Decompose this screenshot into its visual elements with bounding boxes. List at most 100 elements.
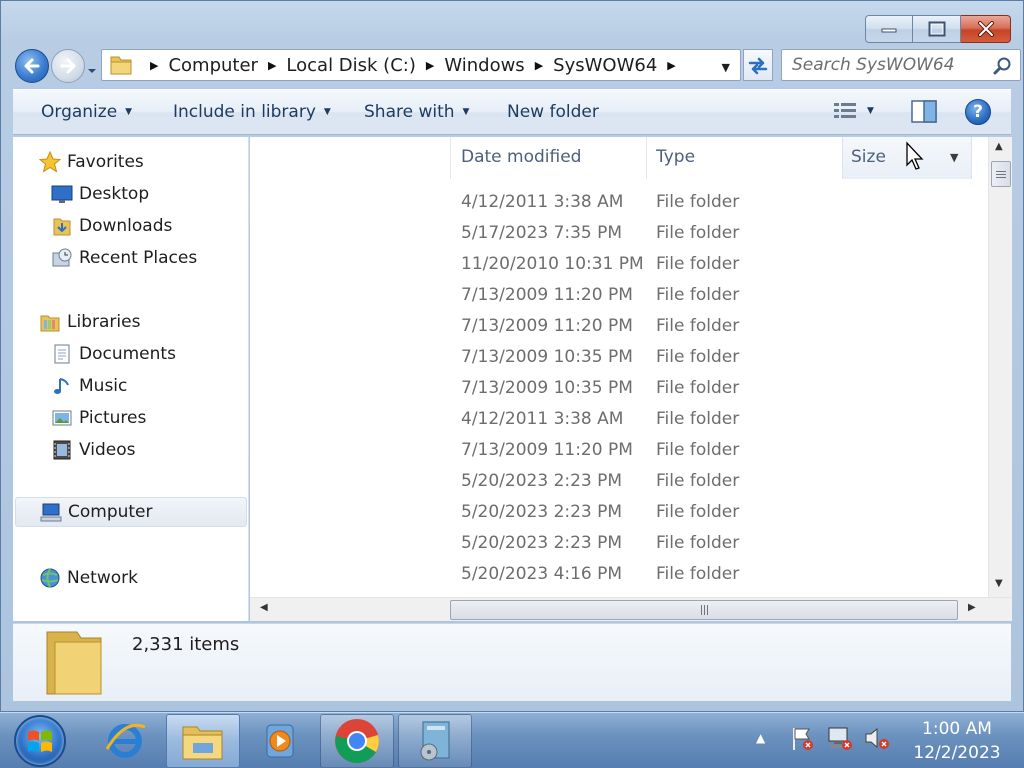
vertical-scroll-thumb[interactable] [991, 161, 1011, 187]
column-divider[interactable] [450, 137, 451, 179]
include-in-library-menu[interactable]: Include in library ▼ [173, 102, 331, 122]
system-clock[interactable]: 1:00 AM 12/2/2023 [900, 717, 1014, 765]
breadcrumb-windows[interactable]: Windows [444, 55, 524, 76]
recent-pages-dropdown[interactable] [87, 61, 97, 73]
column-header-size[interactable]: Size [851, 147, 886, 167]
search-input[interactable] [792, 55, 992, 75]
chevron-down-icon[interactable]: ▼ [867, 106, 874, 116]
organize-menu[interactable]: Organize ▼ [41, 102, 132, 122]
nav-label: Downloads [79, 216, 173, 236]
refresh-button[interactable] [743, 49, 773, 81]
column-divider[interactable] [646, 137, 647, 179]
details-view-icon [834, 103, 856, 118]
scroll-up-icon[interactable]: ▲ [995, 141, 1003, 152]
type-cell: File folder [656, 192, 740, 212]
taskbar: ▲ 1:00 AM 12/2/2023 [0, 712, 1024, 768]
table-row[interactable]: 7/13/2009 10:35 PM File folder [250, 374, 988, 405]
desktop-icon [51, 183, 73, 205]
table-row[interactable]: 4/12/2011 3:38 AM File folder [250, 405, 988, 436]
nav-item-desktop[interactable]: Desktop [51, 179, 149, 209]
table-row[interactable]: 5/20/2023 4:16 PM File folder [250, 560, 988, 591]
nav-item-recent-places[interactable]: Recent Places [51, 243, 197, 273]
videos-icon [51, 439, 73, 461]
table-row[interactable]: 7/13/2009 11:20 PM File folder [250, 312, 988, 343]
table-row[interactable]: 5/17/2023 7:35 PM File folder [250, 219, 988, 250]
horizontal-scrollbar[interactable]: ◀ ▶ [250, 597, 1012, 621]
change-view-button[interactable]: ▼ [833, 100, 874, 122]
table-row[interactable]: 4/12/2011 3:38 AM File folder [250, 188, 988, 219]
breadcrumb-arrow-icon[interactable]: ▶ [426, 59, 434, 72]
nav-item-downloads[interactable]: Downloads [51, 211, 172, 241]
date-modified-cell: 7/13/2009 10:35 PM [461, 347, 633, 367]
address-history-dropdown[interactable]: ▼ [722, 61, 730, 74]
navigation-bar: ▶ Computer ▶ Local Disk (C:) ▶ Windows ▶… [13, 45, 1021, 85]
breadcrumb-arrow-icon[interactable]: ▶ [268, 59, 276, 72]
nav-item-computer[interactable]: Computer [15, 497, 247, 527]
nav-item-pictures[interactable]: Pictures [51, 403, 146, 433]
close-button[interactable] [961, 15, 1011, 43]
nav-item-libraries[interactable]: Libraries [39, 307, 140, 337]
address-bar[interactable]: ▶ Computer ▶ Local Disk (C:) ▶ Windows ▶… [101, 49, 741, 81]
breadcrumb-local-disk[interactable]: Local Disk (C:) [286, 55, 415, 76]
libraries-icon [39, 311, 61, 333]
column-filter-dropdown[interactable]: ▼ [950, 151, 958, 164]
breadcrumb-computer[interactable]: Computer [168, 55, 257, 76]
search-icon[interactable] [992, 56, 1012, 76]
table-row[interactable]: 5/20/2023 2:23 PM File folder [250, 498, 988, 529]
table-row[interactable]: 7/13/2009 11:20 PM File folder [250, 436, 988, 467]
forward-button[interactable] [51, 49, 85, 83]
share-with-menu[interactable]: Share with ▼ [364, 102, 469, 122]
taskbar-media-player[interactable] [244, 714, 318, 768]
maximize-icon [928, 21, 945, 37]
table-row[interactable]: 5/20/2023 2:23 PM File folder [250, 467, 988, 498]
back-button[interactable] [15, 49, 49, 83]
nav-item-music[interactable]: Music [51, 371, 127, 401]
volume-muted-icon[interactable] [863, 725, 891, 751]
scroll-left-icon[interactable]: ◀ [260, 602, 268, 613]
taskbar-internet-explorer[interactable] [88, 714, 162, 768]
forward-arrow-icon [60, 58, 76, 74]
date-modified-cell: 5/20/2023 2:23 PM [461, 502, 623, 522]
nav-item-documents[interactable]: Documents [51, 339, 176, 369]
breadcrumb-arrow-icon[interactable]: ▶ [535, 59, 543, 72]
show-hidden-icons-arrow-icon[interactable]: ▲ [756, 731, 765, 745]
nav-item-network[interactable]: Network [39, 563, 138, 593]
breadcrumb-arrow-icon[interactable]: ▶ [150, 59, 158, 72]
preview-pane-button[interactable] [911, 100, 937, 129]
scroll-right-icon[interactable]: ▶ [968, 602, 976, 613]
maximize-button[interactable] [913, 15, 961, 43]
horizontal-scroll-thumb[interactable] [450, 600, 958, 620]
table-row[interactable]: 7/13/2009 10:35 PM File folder [250, 343, 988, 374]
nav-item-videos[interactable]: Videos [51, 435, 136, 465]
breadcrumb-syswow64[interactable]: SysWOW64 [553, 55, 657, 76]
file-rows: 4/12/2011 3:38 AM File folder 5/17/2023 7:… [250, 188, 988, 591]
date-modified-cell: 7/13/2009 11:20 PM [461, 285, 633, 305]
preview-pane-icon [911, 100, 937, 123]
music-icon [51, 375, 73, 397]
nav-label: Pictures [79, 408, 147, 428]
breadcrumb-arrow-icon[interactable]: ▶ [667, 59, 675, 72]
vertical-scrollbar[interactable]: ▲ ▼ [988, 137, 1012, 597]
column-header-date-modified[interactable]: Date modified [461, 147, 581, 167]
breadcrumb: ▶ Computer ▶ Local Disk (C:) ▶ Windows ▶… [140, 55, 686, 76]
pictures-icon [51, 407, 73, 429]
back-arrow-icon [24, 58, 40, 74]
minimize-button[interactable] [865, 15, 913, 43]
taskbar-windows-explorer[interactable] [166, 714, 240, 768]
help-button[interactable]: ? [965, 99, 991, 125]
action-center-flag-icon[interactable] [789, 725, 815, 751]
new-folder-button[interactable]: New folder [507, 102, 599, 122]
table-row[interactable]: 7/13/2009 11:20 PM File folder [250, 281, 988, 312]
chevron-down-icon: ▼ [323, 107, 331, 117]
taskbar-system-app[interactable] [398, 714, 472, 768]
internet-explorer-icon [105, 723, 146, 758]
column-header-type[interactable]: Type [656, 147, 695, 167]
nav-item-favorites[interactable]: Favorites [39, 147, 144, 177]
taskbar-chrome[interactable] [320, 714, 394, 768]
scroll-down-icon[interactable]: ▼ [995, 578, 1003, 589]
table-row[interactable]: 5/20/2023 2:23 PM File folder [250, 529, 988, 560]
table-row[interactable]: 11/20/2010 10:31 PM File folder [250, 250, 988, 281]
network-status-icon[interactable] [825, 725, 853, 751]
start-button[interactable] [14, 715, 66, 767]
clock-date: 12/2/2023 [913, 743, 1001, 763]
